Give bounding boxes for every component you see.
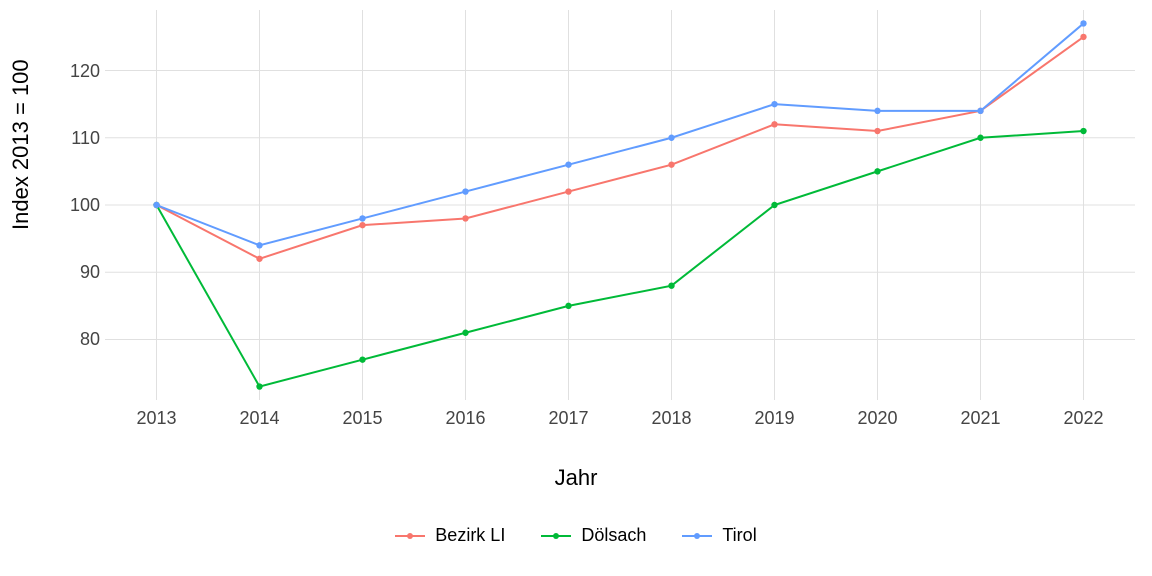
x-tick-label: 2016 [436,408,496,429]
x-tick-label: 2014 [230,408,290,429]
series-point [565,303,571,309]
series-point [359,356,365,362]
series-point [153,202,159,208]
line-chart: Index 2013 = 100 Jahr 80 90 100 110 120 2013… [0,0,1152,576]
series-point [565,188,571,194]
series-point [977,108,983,114]
x-tick-label: 2021 [951,408,1011,429]
series-point [771,121,777,127]
x-tick-label: 2022 [1054,408,1114,429]
series-point [359,222,365,228]
series-point [977,135,983,141]
series-point [462,330,468,336]
legend-item-0: Bezirk LI [395,525,505,546]
x-tick-label: 2018 [642,408,702,429]
legend-item-2: Tirol [682,525,756,546]
series-line-1 [157,131,1084,387]
legend: Bezirk LI Dölsach Tirol [0,525,1152,548]
plot-area [105,10,1135,400]
series-point [256,242,262,248]
series-point [874,168,880,174]
legend-label: Bezirk LI [435,525,505,546]
legend-label: Dölsach [581,525,646,546]
series-point [359,215,365,221]
legend-key-icon [395,529,425,543]
series-point [565,161,571,167]
legend-item-1: Dölsach [541,525,646,546]
x-tick-label: 2013 [127,408,187,429]
series-point [1080,20,1086,26]
x-tick-label: 2020 [848,408,908,429]
x-tick-label: 2019 [745,408,805,429]
series-point [771,101,777,107]
series-point [874,108,880,114]
x-tick-label: 2015 [333,408,393,429]
series-point [1080,128,1086,134]
series-point [668,282,674,288]
y-tick-label: 80 [60,329,100,350]
y-tick-label: 110 [60,128,100,149]
legend-key-icon [541,529,571,543]
series-point [462,188,468,194]
y-axis-title: Index 2013 = 100 [8,59,34,230]
legend-label: Tirol [722,525,756,546]
y-tick-label: 100 [60,195,100,216]
x-axis-title: Jahr [0,465,1152,491]
series-point [256,256,262,262]
series-point [1080,34,1086,40]
x-tick-label: 2017 [539,408,599,429]
series-point [462,215,468,221]
series-point [668,135,674,141]
series-point [256,383,262,389]
series-point [771,202,777,208]
series-point [874,128,880,134]
series-line-2 [157,23,1084,245]
series-point [668,161,674,167]
y-tick-label: 90 [60,262,100,283]
y-tick-label: 120 [60,61,100,82]
legend-key-icon [682,529,712,543]
